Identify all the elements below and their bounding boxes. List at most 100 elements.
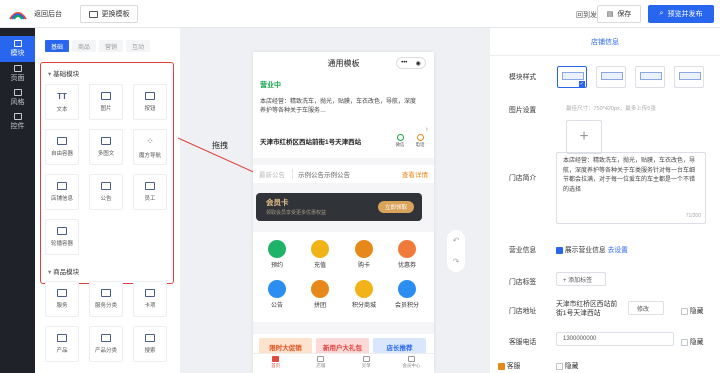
tab-goods[interactable]: 商品	[72, 40, 96, 52]
top-bar: 返回后台 更换模板 回到发布版 ▤ 保存 ⌕ 预览并发布	[0, 0, 720, 28]
wallet-icon	[311, 240, 329, 258]
entry-member-points[interactable]: 会员积分	[392, 280, 422, 309]
component-service[interactable]: 服务	[45, 281, 79, 317]
button-icon	[145, 92, 155, 100]
phone-label: 客服电话	[509, 339, 537, 346]
tab-member-center[interactable]: 会员中心	[389, 354, 434, 373]
component-service-category[interactable]: 服务分类	[89, 281, 123, 317]
component-cube-nav[interactable]: ⁘ 魔方导航	[133, 129, 167, 165]
component-product[interactable]: 产品	[45, 326, 79, 362]
layout-icon	[562, 72, 584, 80]
image-setting-label: 图片设置	[509, 107, 537, 114]
entry-points-mall[interactable]: 积分商城	[349, 280, 379, 309]
notice-detail-link[interactable]: 查看详情	[402, 169, 434, 179]
tab-home[interactable]: 首页	[253, 354, 298, 373]
address-label: 门店地址	[509, 308, 537, 315]
card-icon	[145, 289, 155, 297]
member-title: 会员卡	[266, 198, 289, 207]
entry-recharge[interactable]: 充值	[305, 240, 335, 269]
user-icon	[407, 356, 415, 362]
style-option-2[interactable]	[596, 66, 626, 88]
tab-basic[interactable]: 基础	[45, 40, 69, 52]
entry-booking[interactable]: 预约	[262, 240, 292, 269]
entry-buy-card[interactable]: 购卡	[349, 240, 379, 269]
drag-label: 拖拽	[212, 141, 228, 150]
check-icon: ✓	[578, 81, 585, 87]
product-icon	[57, 334, 67, 342]
component-card[interactable]: 卡项	[133, 281, 167, 317]
nav-item-controls[interactable]: 控件	[0, 110, 35, 134]
change-template-button[interactable]: 更换模板	[80, 5, 138, 23]
mini-menu[interactable]: ••• ◉	[396, 57, 426, 69]
modify-address-button[interactable]: 修改	[628, 301, 664, 315]
calendar-icon	[268, 240, 286, 258]
preview-publish-button[interactable]: ⌕ 预览并发布	[648, 5, 714, 23]
component-carousel[interactable]: 轮播容器	[45, 219, 79, 255]
phone-icon	[416, 134, 424, 141]
page-icon	[13, 65, 22, 72]
entry-group-buy[interactable]: 拼团	[305, 280, 335, 309]
wechat-button[interactable]: 微信	[394, 134, 406, 148]
hide-phone-toggle[interactable]: 隐藏	[681, 336, 703, 346]
layout-icon	[679, 72, 701, 80]
tab-pay[interactable]: 买单	[344, 354, 389, 373]
product-category-icon	[101, 334, 111, 342]
intro-textarea[interactable]: 本店经营：精致洗车，抛光，贴膜，车衣改色，导航，深度养护等各种关于车类服务针对每…	[556, 152, 706, 224]
member-card[interactable]: 会员卡 领取会员享受更多优惠权益 立即领取	[256, 193, 422, 221]
service-icon	[498, 362, 505, 370]
address-value: 天津市红桥区西站前街1号天津西站	[556, 301, 618, 317]
pay-icon	[362, 356, 370, 362]
component-search[interactable]: 搜索	[133, 326, 167, 362]
goods-module-title[interactable]: 商品模块	[48, 266, 79, 276]
tab-interaction[interactable]: 互动	[126, 40, 150, 52]
phone-header: 通用模板 ••• ◉	[253, 52, 434, 74]
nav-item-style[interactable]: 风格	[0, 86, 35, 110]
tab-store[interactable]: 店铺	[298, 354, 343, 373]
style-option-3[interactable]	[635, 66, 665, 88]
component-text[interactable]: TT 文本	[45, 84, 79, 120]
back-to-admin-link[interactable]: 返回后台	[34, 9, 62, 19]
star-icon	[398, 280, 416, 298]
page-title: 通用模板	[327, 58, 360, 68]
store-address: 天津市红桥区西站前街1号天津西站	[260, 139, 362, 146]
component-staff[interactable]: 员工	[133, 174, 167, 210]
style-option-1[interactable]: ✓	[557, 66, 587, 88]
business-settings-link[interactable]: 去设置	[608, 247, 628, 254]
controls-icon	[13, 113, 22, 120]
nav-item-modules[interactable]: 模块	[0, 36, 35, 62]
hide-address-toggle[interactable]: 隐藏	[681, 305, 703, 315]
component-button[interactable]: 按钮	[133, 84, 167, 120]
entry-coupon[interactable]: 优惠券	[392, 240, 422, 269]
component-notice[interactable]: 公告	[89, 174, 123, 210]
redo-icon[interactable]: ↷	[453, 257, 460, 266]
tab-marketing[interactable]: 营销	[99, 40, 123, 52]
call-button[interactable]: 电话	[414, 134, 426, 148]
component-product-category[interactable]: 产品分类	[89, 326, 123, 362]
shop-icon	[317, 356, 325, 362]
store-info-block[interactable]: 营业中 本店经营：精致洗车，抛光，贴膜，车衣改色，导航，深度养护等各种关于车服务…	[253, 74, 434, 158]
save-icon: ▤	[606, 11, 614, 18]
hide-service-toggle[interactable]: 隐藏	[556, 360, 578, 370]
store-icon	[57, 182, 67, 190]
business-checkbox[interactable]: 展示营业信息 去设置	[556, 244, 628, 254]
style-option-4[interactable]	[674, 66, 704, 88]
notice-bar[interactable]: 最新公告 示例公告示例公告 查看详情	[253, 165, 434, 183]
add-tag-button[interactable]: + 添加标签	[556, 272, 606, 286]
megaphone-icon	[268, 280, 286, 298]
component-store-info[interactable]: 店铺信息	[45, 174, 79, 210]
entry-notice[interactable]: 公告	[262, 280, 292, 309]
group-icon	[311, 280, 329, 298]
claim-button[interactable]: 立即领取	[378, 201, 414, 213]
nav-item-page[interactable]: 页面	[0, 62, 35, 86]
module-style-label: 模块样式	[509, 74, 537, 81]
undo-icon[interactable]: ↶	[453, 236, 460, 245]
basic-module-title[interactable]: 基础模块	[48, 68, 79, 78]
component-multi-image-text[interactable]: 多图文	[89, 129, 123, 165]
component-free-container[interactable]: 自由容器	[45, 129, 79, 165]
staff-icon	[145, 182, 155, 190]
component-image[interactable]: 图片	[89, 84, 123, 120]
target-icon: ◉	[415, 60, 421, 67]
phone-input[interactable]: 1300000000	[556, 332, 674, 346]
save-button[interactable]: ▤ 保存	[597, 5, 641, 23]
image-upload[interactable]: +	[566, 120, 602, 154]
